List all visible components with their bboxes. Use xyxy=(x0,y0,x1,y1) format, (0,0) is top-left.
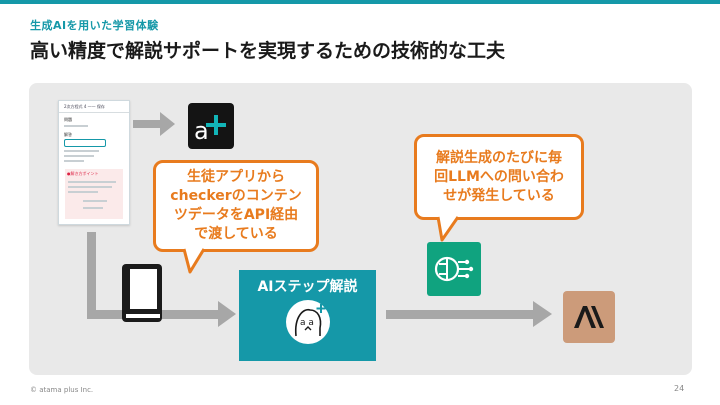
anthropic-logo-icon xyxy=(563,291,615,343)
bubble-right-tail xyxy=(436,216,460,242)
bubble-left-line: 生徒アプリから xyxy=(187,169,285,185)
bubble-right-line: 解説生成のたびに毎 xyxy=(436,149,562,166)
ai-step-explanation-box: AIステップ解説 a a xyxy=(239,270,376,361)
book-icon xyxy=(122,264,162,322)
screenshot-answer-label: 解答 xyxy=(64,132,72,137)
student-app-screenshot: 2次方程式 4 一一 保存 問題 解答 ●解き方ポイント xyxy=(58,100,130,225)
ai-step-label: AIステップ解説 xyxy=(257,279,358,295)
bubble-right-line: せが発生している xyxy=(443,187,555,204)
svg-text:a: a xyxy=(194,117,209,145)
screenshot-button xyxy=(64,139,106,147)
bubble-left-line: ツデータをAPI経由 xyxy=(173,207,299,223)
bubble-left-line: で渡している xyxy=(194,226,278,242)
screenshot-header: 2次方程式 4 一一 保存 xyxy=(59,101,129,113)
bubble-right-line: 回LLMへの問い合わ xyxy=(434,168,564,185)
openai-logo-icon xyxy=(427,242,481,296)
bubble-left-line: checkerのコンテン xyxy=(170,188,302,204)
screenshot-point-label: ●解き方ポイント xyxy=(67,171,99,176)
screenshot-hint-box: ●解き方ポイント xyxy=(65,169,123,219)
page-number: 24 xyxy=(674,384,685,393)
svg-text:a a: a a xyxy=(300,318,314,328)
ai-tutor-face-icon: a a xyxy=(286,300,330,344)
speech-bubble-api: 生徒アプリから checkerのコンテン ツデータをAPI経由 で渡している xyxy=(153,160,319,252)
copyright: © atama plus Inc. xyxy=(30,386,94,394)
speech-bubble-llm: 解説生成のたびに毎 回LLMへの問い合わ せが発生している xyxy=(414,134,584,220)
atama-plus-logo-icon: a xyxy=(188,103,234,149)
bubble-left-tail xyxy=(182,248,206,274)
screenshot-problem-label: 問題 xyxy=(64,117,72,122)
